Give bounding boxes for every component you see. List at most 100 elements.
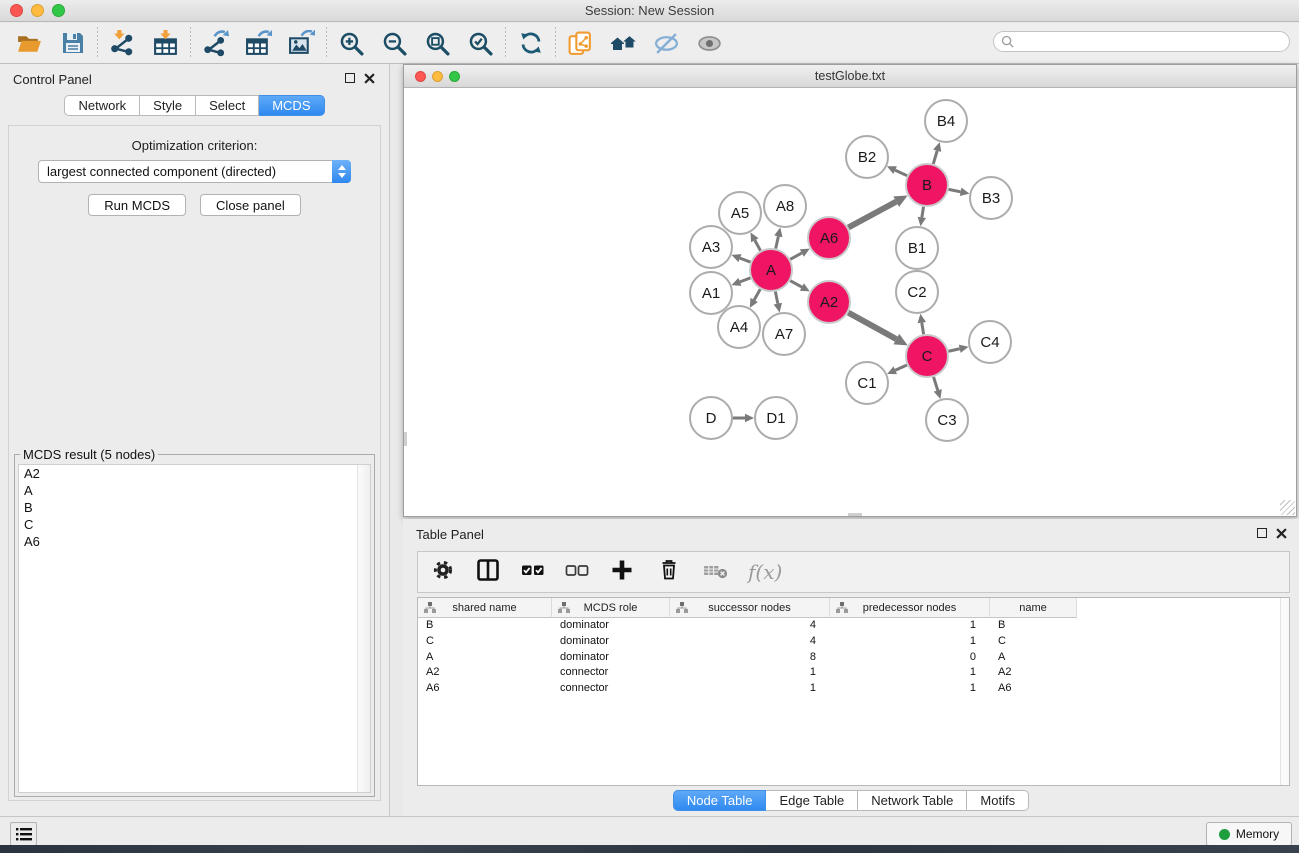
column-header-predecessor-nodes[interactable]: predecessor nodes — [830, 598, 990, 618]
tab-select[interactable]: Select — [196, 95, 259, 116]
mcds-result-list[interactable]: A2ABCA6 — [18, 464, 371, 793]
graph-edge-A2-C[interactable] — [848, 313, 896, 339]
import-network-icon[interactable] — [101, 26, 144, 60]
refresh-view-icon[interactable] — [509, 26, 552, 60]
mcds-result-item[interactable]: B — [19, 499, 370, 516]
table-tab-network-table[interactable]: Network Table — [858, 790, 967, 811]
column-header-name[interactable]: name — [990, 598, 1077, 618]
table-cell[interactable]: 1 — [830, 681, 990, 697]
graph-edge-A6-B[interactable] — [848, 202, 896, 228]
new-network-from-selection-icon[interactable] — [559, 26, 602, 60]
graph-edge-B-B2[interactable] — [895, 170, 907, 176]
add-column-icon[interactable] — [610, 558, 634, 587]
delete-table-icon[interactable] — [703, 558, 729, 587]
memory-button[interactable]: Memory — [1206, 822, 1292, 846]
graph-edge-A-A2[interactable] — [790, 281, 802, 287]
table-cell[interactable]: dominator — [552, 650, 670, 666]
import-table-icon[interactable] — [144, 26, 187, 60]
graph-edge-A-A5[interactable] — [755, 240, 761, 250]
tab-mcds[interactable]: MCDS — [259, 95, 324, 116]
graph-edge-C-C1[interactable] — [895, 365, 907, 370]
graph-edge-A-A7[interactable] — [775, 292, 777, 304]
graph-edge-C-C4[interactable] — [948, 349, 959, 352]
canvas-bottom-scroll-stub[interactable] — [848, 513, 862, 516]
zoom-in-icon[interactable] — [330, 26, 373, 60]
table-cell[interactable]: dominator — [552, 634, 670, 650]
table-cell[interactable]: 1 — [670, 665, 830, 681]
close-panel-icon[interactable] — [364, 73, 375, 84]
export-image-icon[interactable] — [280, 26, 323, 60]
search-input[interactable] — [1018, 34, 1289, 50]
graph-edge-B-B3[interactable] — [949, 189, 961, 191]
table-cell[interactable]: A — [418, 650, 552, 666]
table-cell[interactable]: 4 — [670, 634, 830, 650]
run-mcds-button[interactable]: Run MCDS — [88, 194, 186, 216]
table-cell[interactable]: 1 — [830, 618, 990, 634]
network-window-titlebar[interactable]: testGlobe.txt — [404, 65, 1296, 88]
graph-edge-A-A1[interactable] — [740, 278, 751, 282]
show-panels-list-button[interactable] — [10, 822, 37, 846]
column-header-successor-nodes[interactable]: successor nodes — [670, 598, 830, 618]
export-network-icon[interactable] — [194, 26, 237, 60]
graph-edge-C-C3[interactable] — [934, 377, 938, 390]
show-all-icon[interactable] — [688, 26, 731, 60]
search-box[interactable] — [993, 31, 1290, 52]
table-cell[interactable]: B — [990, 618, 1077, 634]
export-table-icon[interactable] — [237, 26, 280, 60]
table-cell[interactable]: connector — [552, 681, 670, 697]
column-header-MCDS-role[interactable]: MCDS role — [552, 598, 670, 618]
table-cell[interactable]: 1 — [830, 665, 990, 681]
close-table-panel-icon[interactable] — [1276, 528, 1287, 539]
mcds-result-item[interactable]: A — [19, 482, 370, 499]
function-builder-icon[interactable]: f(x) — [748, 560, 782, 584]
graph-edge-A-A3[interactable] — [740, 258, 751, 262]
mcds-result-item[interactable]: C — [19, 516, 370, 533]
table-cell[interactable]: A — [990, 650, 1077, 666]
table-tab-motifs[interactable]: Motifs — [967, 790, 1029, 811]
first-neighbors-icon[interactable] — [602, 26, 645, 60]
mcds-result-item[interactable]: A6 — [19, 533, 370, 550]
graph-edge-C-C2[interactable] — [922, 323, 924, 335]
result-list-scrollbar[interactable] — [357, 465, 370, 792]
column-header-shared-name[interactable]: shared name — [418, 598, 552, 618]
save-session-icon[interactable] — [51, 26, 94, 60]
graph-edge-B-B4[interactable] — [933, 151, 937, 164]
network-canvas[interactable]: B4B2BB3A5A8A6B1A3AA1C2A2A4A7C4CC1C3DD1 — [404, 88, 1296, 516]
table-cell[interactable]: A6 — [418, 681, 552, 697]
zoom-selected-icon[interactable] — [459, 26, 502, 60]
unselect-all-checkboxes-icon[interactable] — [565, 558, 589, 587]
float-table-panel-icon[interactable] — [1257, 528, 1267, 538]
select-all-checkboxes-icon[interactable] — [521, 558, 545, 587]
canvas-left-scroll-stub[interactable] — [404, 432, 407, 446]
close-panel-button[interactable]: Close panel — [200, 194, 301, 216]
zoom-fit-icon[interactable] — [416, 26, 459, 60]
table-cell[interactable]: 8 — [670, 650, 830, 666]
table-tab-node-table[interactable]: Node Table — [673, 790, 767, 811]
graph-edge-A-A6[interactable] — [790, 253, 802, 259]
table-scrollbar[interactable] — [1280, 598, 1289, 785]
table-cell[interactable]: dominator — [552, 618, 670, 634]
resize-gripper[interactable] — [1280, 500, 1295, 515]
table-cell[interactable]: 1 — [830, 634, 990, 650]
table-cell[interactable]: A2 — [418, 665, 552, 681]
table-cell[interactable]: connector — [552, 665, 670, 681]
tab-network[interactable]: Network — [64, 95, 140, 116]
criterion-select[interactable]: largest connected component (directed) — [38, 160, 351, 183]
graph-edge-A-A8[interactable] — [776, 236, 779, 248]
graph-edge-A-A4[interactable] — [754, 289, 760, 300]
open-session-icon[interactable] — [8, 26, 51, 60]
zoom-out-icon[interactable] — [373, 26, 416, 60]
hide-selected-icon[interactable] — [645, 26, 688, 60]
tab-style[interactable]: Style — [140, 95, 196, 116]
table-tab-edge-table[interactable]: Edge Table — [766, 790, 858, 811]
delete-columns-icon[interactable] — [657, 558, 681, 587]
table-cell[interactable]: 0 — [830, 650, 990, 666]
show-columns-icon[interactable] — [476, 558, 500, 587]
float-panel-icon[interactable] — [345, 73, 355, 83]
table-options-gear-icon[interactable] — [431, 558, 455, 587]
table-cell[interactable]: C — [418, 634, 552, 650]
table-cell[interactable]: A2 — [990, 665, 1077, 681]
table-cell[interactable]: B — [418, 618, 552, 634]
table-cell[interactable]: C — [990, 634, 1077, 650]
table-cell[interactable]: 4 — [670, 618, 830, 634]
